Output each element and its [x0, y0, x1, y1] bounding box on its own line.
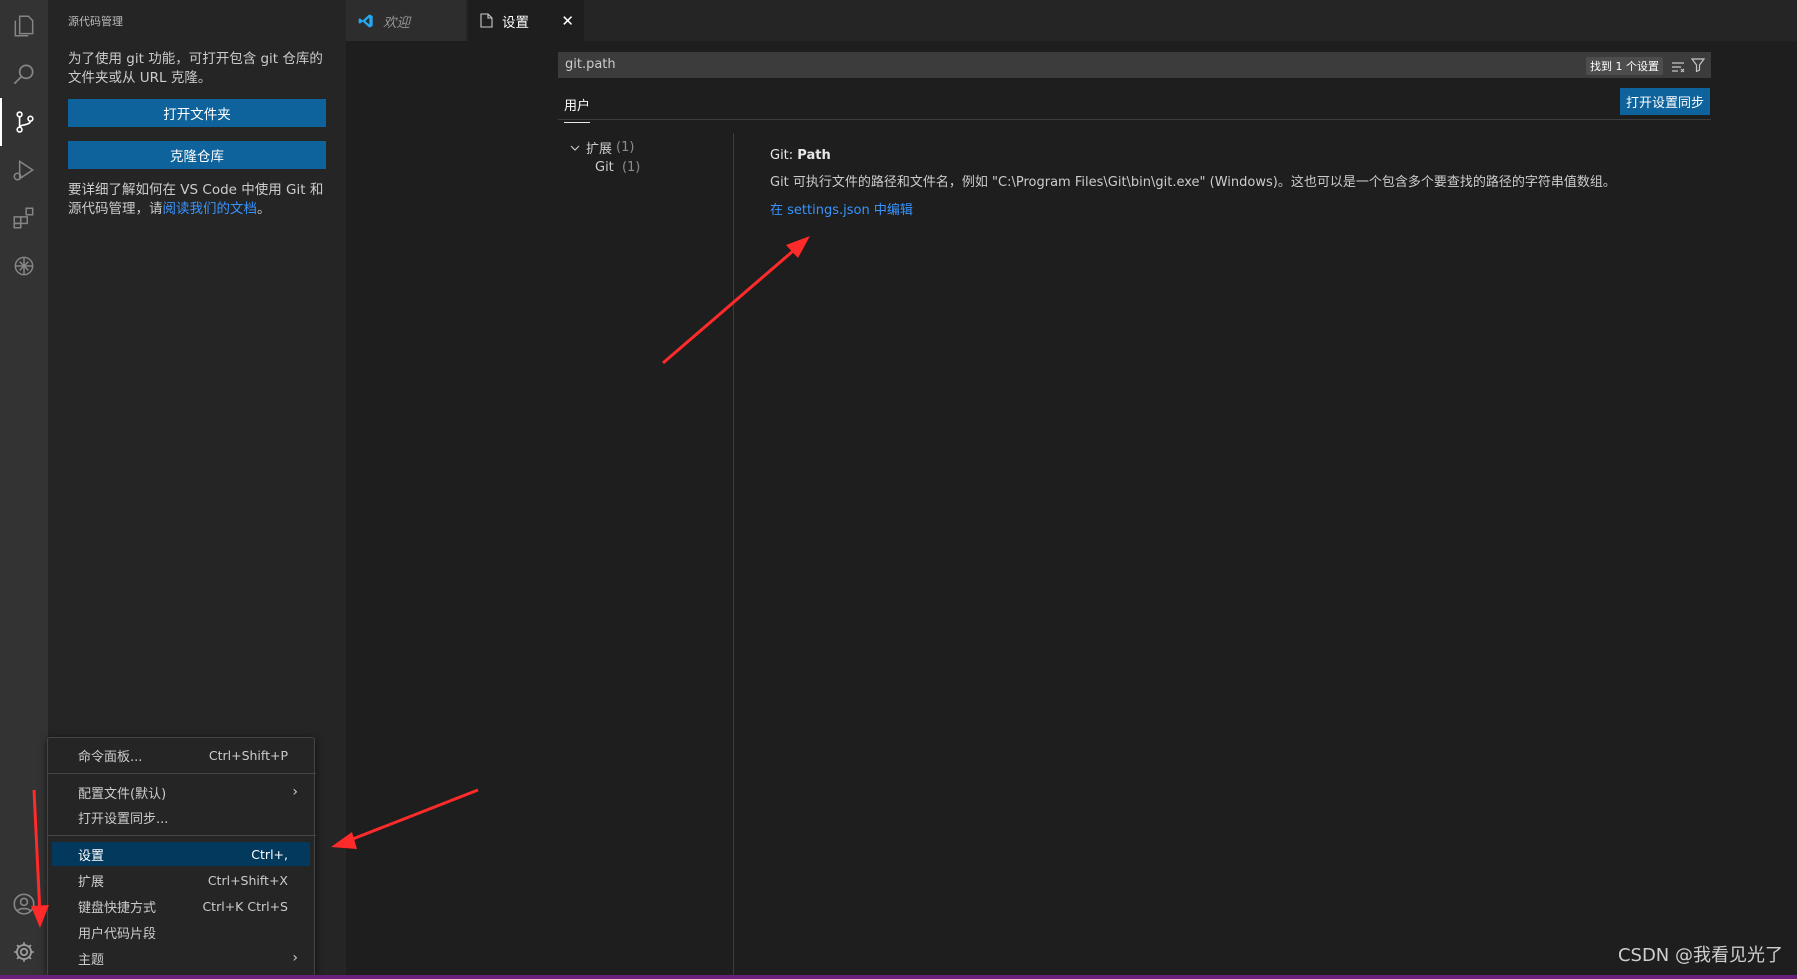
tab-settings-label: 设置	[502, 14, 529, 31]
toc-divider	[733, 133, 734, 979]
chevron-right-icon: ›	[292, 784, 298, 800]
openai-icon[interactable]	[0, 242, 48, 290]
close-icon[interactable]: ✕	[561, 12, 574, 30]
search-value: git.path	[565, 57, 616, 72]
toc-extensions-group[interactable]: 扩展 (1)	[570, 138, 634, 157]
menu-item-shortcut: Ctrl+Shift+P	[208, 747, 288, 763]
learn-suffix: 。	[257, 201, 271, 217]
settings-search-input[interactable]: git.path 找到 1 个设置	[558, 52, 1711, 78]
activity-bar	[0, 0, 48, 979]
menu-item-extensions[interactable]: 扩展 Ctrl+Shift+X	[52, 868, 310, 892]
menu-separator	[48, 835, 316, 836]
account-icon[interactable]	[0, 880, 48, 928]
edit-in-settings-json-link[interactable]: 在 settings.json 中编辑	[770, 199, 913, 218]
tab-welcome-label: 欢迎	[383, 14, 410, 31]
file-icon	[480, 13, 493, 28]
open-settings-sync-button[interactable]: 打开设置同步	[1620, 88, 1710, 115]
open-folder-button[interactable]: 打开文件夹	[68, 99, 326, 127]
menu-item-shortcut: Ctrl+,	[251, 846, 288, 862]
menu-item-shortcut: Ctrl+Shift+X	[207, 872, 288, 888]
menu-item-label: 打开设置同步...	[78, 811, 169, 827]
setting-category: Git:	[770, 148, 798, 163]
setting-name: Path	[797, 148, 831, 163]
gear-icon[interactable]	[0, 928, 48, 976]
menu-item-open-settings-sync[interactable]: 打开设置同步...	[52, 805, 310, 829]
scope-divider	[558, 119, 1711, 120]
menu-item-settings[interactable]: 设置 Ctrl+,	[52, 842, 310, 866]
status-bar	[0, 975, 1797, 979]
menu-item-command-palette[interactable]: 命令面板... Ctrl+Shift+P	[52, 743, 310, 767]
menu-item-label: 用户代码片段	[78, 926, 157, 942]
filter-icon[interactable]	[1690, 57, 1706, 76]
clear-filter-icon[interactable]	[1671, 58, 1685, 77]
sidebar-intro-text: 为了使用 git 功能，可打开包含 git 仓库的文件夹或从 URL 克隆。	[68, 51, 323, 86]
result-count-badge: 找到 1 个设置	[1586, 57, 1663, 75]
vscode-logo-icon	[358, 13, 374, 29]
tab-settings[interactable]: 设置 ✕	[468, 0, 584, 41]
menu-item-keyboard-shortcuts[interactable]: 键盘快捷方式 Ctrl+K Ctrl+S	[52, 894, 310, 918]
source-control-icon[interactable]	[0, 98, 48, 146]
menu-item-profile[interactable]: 配置文件(默认) ›	[52, 780, 310, 804]
setting-description: Git 可执行文件的路径和文件名，例如 "C:\Program Files\Gi…	[770, 175, 1616, 190]
tab-welcome[interactable]: 欢迎	[346, 0, 466, 41]
read-docs-link[interactable]: 阅读我们的文档	[163, 201, 258, 217]
menu-item-shortcut: Ctrl+K Ctrl+S	[202, 898, 288, 914]
menu-item-label: 配置文件(默认)	[78, 786, 167, 802]
chevron-right-icon: ›	[292, 950, 298, 966]
menu-separator	[48, 773, 316, 774]
csdn-watermark: CSDN @我看见光了	[1617, 945, 1783, 966]
toc-group-label: 扩展	[586, 142, 613, 157]
clone-repository-button[interactable]: 克隆仓库	[68, 141, 326, 169]
manage-context-menu: 命令面板... Ctrl+Shift+P 配置文件(默认) › 打开设置同步..…	[47, 737, 316, 977]
menu-item-user-snippets[interactable]: 用户代码片段	[52, 920, 310, 944]
search-icon[interactable]	[0, 50, 48, 98]
menu-item-label: 命令面板...	[78, 749, 143, 765]
editor-area: 欢迎 设置 ✕ git.path 找到 1 个设置 用户 打开设置同步 扩展 (…	[346, 0, 1797, 979]
sidebar-learn-text: 要详细了解如何在 VS Code 中使用 Git 和源代码管理，请阅读我们的文档…	[68, 181, 330, 219]
menu-item-label: 设置	[78, 848, 105, 864]
menu-item-label: 主题	[78, 952, 105, 968]
toc-item-count: (1)	[621, 160, 641, 175]
toc-group-count: (1)	[616, 140, 635, 155]
toc-item-label: Git	[595, 160, 614, 175]
menu-item-label: 键盘快捷方式	[78, 900, 157, 916]
extensions-icon[interactable]	[0, 194, 48, 242]
sidebar-title: 源代码管理	[68, 15, 123, 28]
menu-item-label: 扩展	[78, 874, 105, 890]
toc-item-git[interactable]: Git (1)	[595, 160, 640, 175]
tab-bar: 欢迎 设置 ✕	[346, 0, 1797, 41]
run-debug-icon[interactable]	[0, 146, 48, 194]
setting-title: Git: Path	[770, 148, 831, 163]
explorer-icon[interactable]	[0, 2, 48, 50]
chevron-down-icon	[570, 144, 580, 152]
menu-item-theme[interactable]: 主题 ›	[52, 946, 310, 970]
